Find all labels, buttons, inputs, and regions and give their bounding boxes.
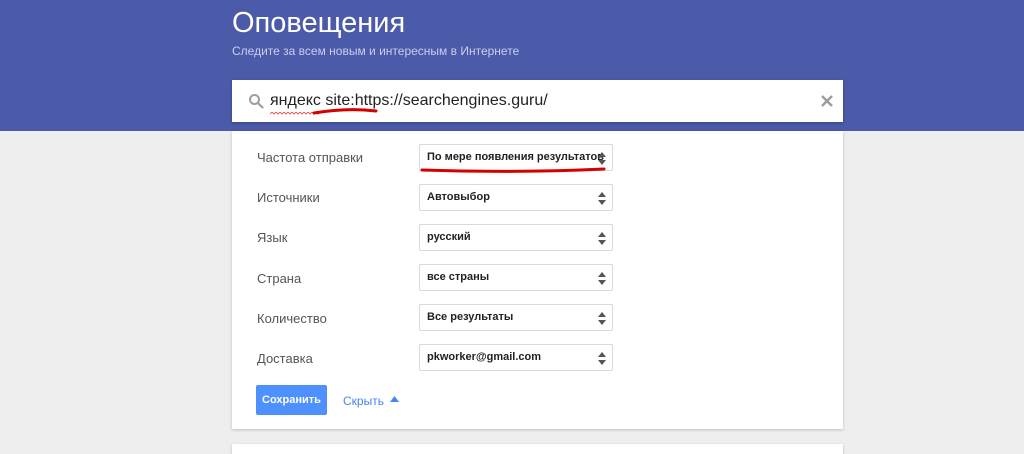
search-input[interactable] (270, 89, 810, 113)
alerts-list-panel (232, 444, 843, 454)
close-icon[interactable] (819, 93, 835, 109)
quantity-value: Все результаты (427, 311, 514, 323)
frequency-label: Частота отправки (257, 150, 364, 165)
quantity-select[interactable]: Все результаты (419, 304, 613, 331)
search-icon (249, 94, 264, 109)
sources-label: Источники (257, 190, 320, 205)
sort-arrows-icon (598, 152, 606, 165)
page-title: Оповещения (232, 7, 406, 39)
save-button[interactable]: Сохранить (256, 385, 327, 415)
search-box (232, 80, 843, 122)
sources-select[interactable]: Автовыбор (419, 184, 613, 211)
country-label: Страна (257, 271, 302, 286)
language-label: Язык (257, 230, 288, 245)
sort-arrows-icon (598, 192, 606, 205)
country-value: все страны (427, 271, 490, 283)
delivery-select[interactable]: pkworker@gmail.com (419, 344, 613, 371)
sort-arrows-icon (598, 352, 606, 365)
quantity-label: Количество (257, 311, 327, 326)
sort-arrows-icon (598, 272, 606, 285)
caret-up-icon[interactable] (390, 396, 399, 402)
delivery-value: pkworker@gmail.com (427, 351, 542, 363)
page-subtitle: Следите за всем новым и интересным в Инт… (232, 44, 520, 58)
sort-arrows-icon (598, 232, 606, 245)
delivery-label: Доставка (257, 351, 313, 366)
country-select[interactable]: все страны (419, 264, 613, 291)
sort-arrows-icon (598, 312, 606, 325)
frequency-select[interactable]: По мере появления результатов (419, 144, 613, 171)
language-value: русский (427, 231, 471, 243)
spellcheck-underline (270, 112, 320, 115)
frequency-value: По мере появления результатов (427, 151, 604, 163)
alert-options-panel: Частота отправки По мере появления резул… (232, 131, 843, 429)
language-select[interactable]: русский (419, 224, 613, 251)
sources-value: Автовыбор (427, 191, 490, 203)
hide-options-link[interactable]: Скрыть (343, 394, 384, 408)
